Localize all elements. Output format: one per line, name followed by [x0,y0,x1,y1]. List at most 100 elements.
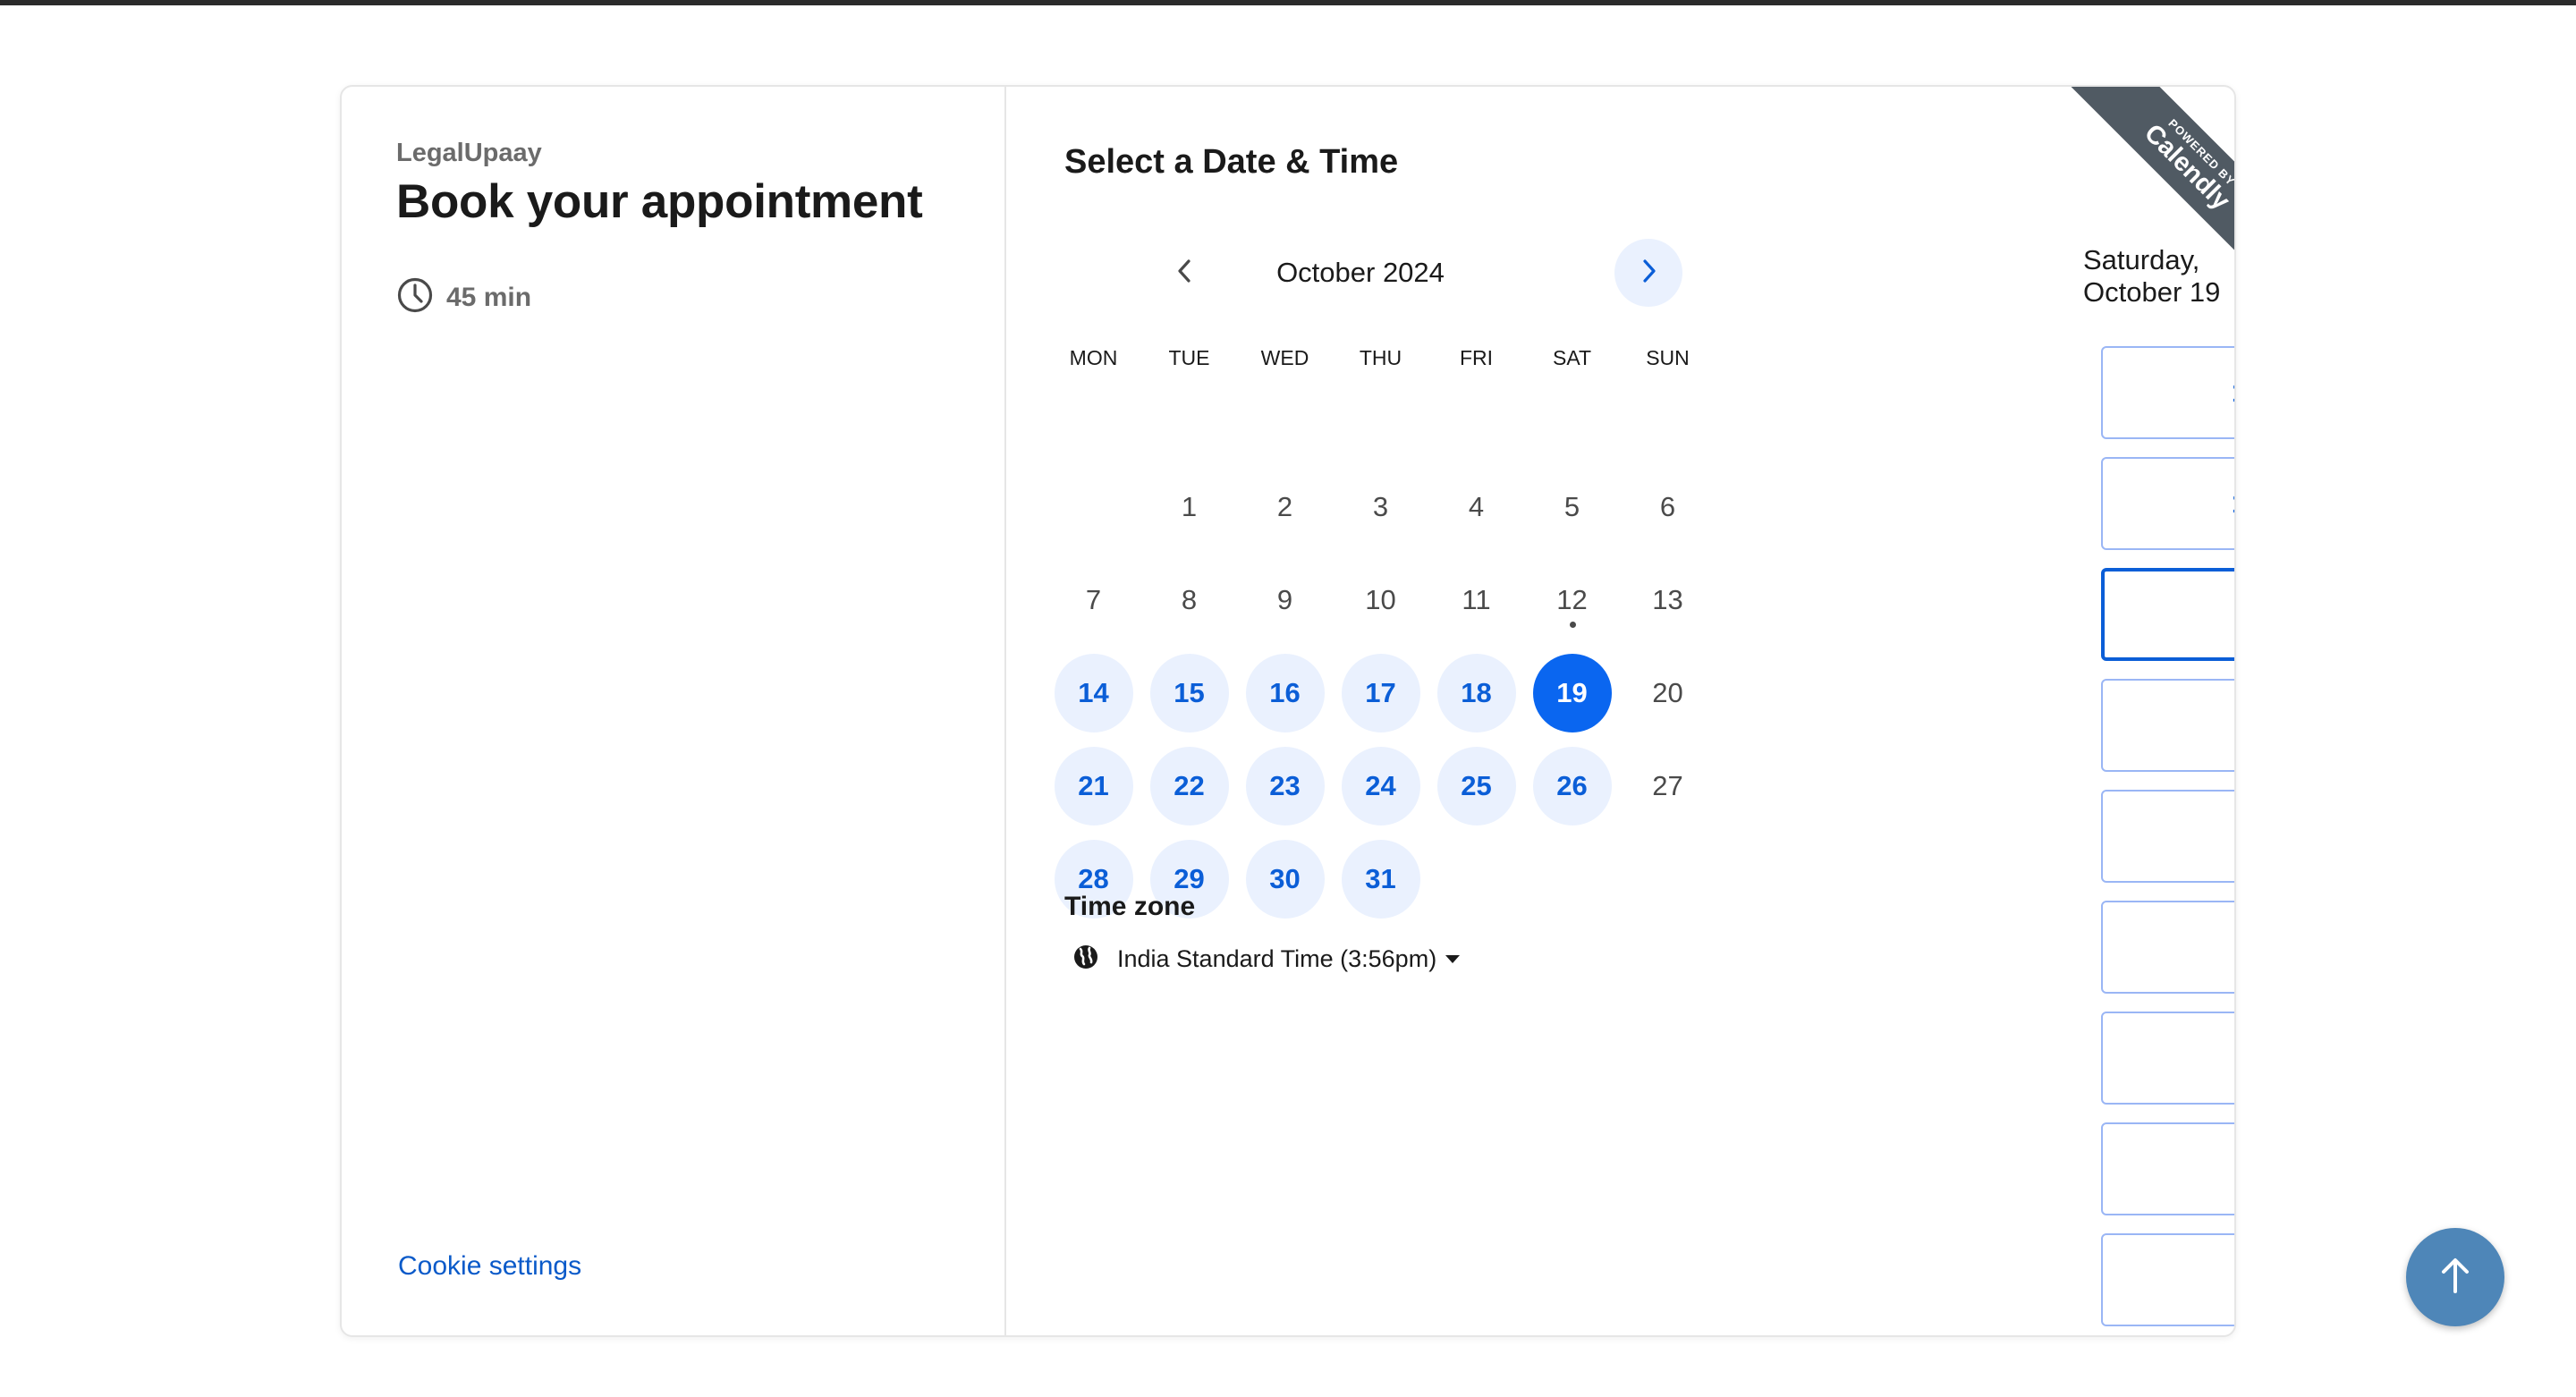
cookie-settings-link[interactable]: Cookie settings [398,1251,581,1282]
day-number: 21 [1054,747,1133,826]
day-number: 7 [1085,584,1102,615]
chevron-left-icon [1175,258,1195,289]
calendar-day[interactable]: 31 [1333,833,1428,926]
day-number: 8 [1181,584,1198,615]
time-slot-list: 12:00am 12:30am 1:00am 1:30am 2:00am 2:30am 3:… [2101,346,2234,1335]
day-number: 17 [1341,654,1420,732]
calendar-day: 4 [1428,461,1524,554]
calendar-empty-cell [1046,461,1141,554]
calendar-day-selected[interactable]: 19 [1524,647,1620,740]
day-number: 11 [1462,584,1491,615]
month-navigation: October 2024 [1151,239,1682,307]
day-number: 2 [1276,491,1293,522]
time-slot-button[interactable]: 12:30am [2101,457,2234,550]
powered-by-badge[interactable]: POWERED BY Calendly [2030,87,2234,291]
day-number: 15 [1149,654,1229,732]
event-title: Book your appointment [396,175,923,228]
calendar-day: 9 [1237,554,1333,647]
calendar-day[interactable]: 21 [1046,740,1141,833]
calendar-day[interactable]: 15 [1141,647,1237,740]
calendar-day[interactable]: 14 [1046,647,1141,740]
calendar-day: 11 [1428,554,1524,647]
scroll-to-top-button[interactable] [2406,1228,2504,1326]
day-number: 13 [1652,584,1683,615]
calendar-day[interactable]: 16 [1237,647,1333,740]
globe-icon [1072,944,1099,975]
month-label: October 2024 [1276,257,1445,288]
time-slot-button[interactable]: 12:00am [2101,346,2234,439]
calendar-day[interactable]: 30 [1237,833,1333,926]
time-slot-button[interactable]: 1:00am [2101,568,2234,661]
calendar-day: 20 [1620,647,1716,740]
timezone-label: Time zone [1064,892,1196,921]
day-number: 23 [1245,747,1325,826]
day-number: 4 [1468,491,1485,522]
day-number: 24 [1341,747,1420,826]
weekday-label: TUE [1168,346,1210,369]
day-number: 1 [1181,491,1198,522]
calendar-day[interactable]: 17 [1333,647,1428,740]
previous-month-button[interactable] [1151,239,1219,307]
clock-icon [396,276,434,318]
weekday-label: THU [1359,346,1402,369]
calendar-grid: 1 2 3 4 5 6 7 8 9 10 11 12 13 14 15 16 17 18 19 20 21 22 23 24 2… [1046,461,1716,926]
calendar-day: 10 [1333,554,1428,647]
calendar-day[interactable]: 23 [1237,740,1333,833]
time-slot-button[interactable]: 4:00am [2101,1233,2234,1326]
day-number: 10 [1365,584,1396,615]
weekday-label: SAT [1552,346,1592,369]
calendar-day: 7 [1046,554,1141,647]
calendar-day: 8 [1141,554,1237,647]
time-slot-button[interactable]: 2:30am [2101,901,2234,994]
day-number: 9 [1276,584,1293,615]
day-number: 18 [1436,654,1516,732]
organizer-name: LegalUpaay [396,139,542,167]
calendar-day[interactable]: 22 [1141,740,1237,833]
today-indicator [1569,622,1576,628]
next-month-button[interactable] [1614,239,1682,307]
calendar-day[interactable]: 26 [1524,740,1620,833]
chevron-right-icon [1639,258,1658,289]
day-number: 30 [1245,840,1325,919]
weekday-label: WED [1260,346,1309,369]
calendar-day[interactable]: 25 [1428,740,1524,833]
timezone-select[interactable]: India Standard Time (3:56pm) [1072,944,1461,975]
day-number: 3 [1372,491,1389,522]
calendar-day: 27 [1620,740,1716,833]
arrow-up-icon [2434,1254,2477,1301]
event-details-pane: LegalUpaay Book your appointment 45 min … [342,87,1006,1335]
day-number: 31 [1341,840,1420,919]
calendar-day: 12 [1524,554,1620,647]
time-slot-button[interactable]: 2:00am [2101,790,2234,883]
calendar-day: 13 [1620,554,1716,647]
calendar-day[interactable]: 18 [1428,647,1524,740]
calendar-day: 3 [1333,461,1428,554]
weekday-header: MON TUE WED THU FRI SAT SUN [1046,346,1716,370]
day-number: 19 [1532,654,1612,732]
day-number: 22 [1149,747,1229,826]
calendar-day: 1 [1141,461,1237,554]
day-number: 26 [1532,747,1612,826]
calendar-day: 6 [1620,461,1716,554]
duration-text: 45 min [446,282,532,312]
time-slot-button[interactable]: 3:00am [2101,1012,2234,1105]
time-slot-button[interactable]: 1:30am [2101,679,2234,772]
day-number: 25 [1436,747,1516,826]
weekday-label: SUN [1646,346,1690,369]
top-bar [0,0,2576,5]
day-number: 6 [1659,491,1676,522]
weekday-label: MON [1069,346,1118,369]
weekday-label: FRI [1459,346,1494,369]
timezone-value: India Standard Time (3:56pm) [1117,945,1437,972]
day-number: 16 [1245,654,1325,732]
calendar-day: 2 [1237,461,1333,554]
calendar-day: 5 [1524,461,1620,554]
day-number: 14 [1054,654,1133,732]
day-number: 27 [1652,770,1683,801]
booking-card: LegalUpaay Book your appointment 45 min … [340,85,2236,1337]
calendar-day[interactable]: 24 [1333,740,1428,833]
day-number: 20 [1652,677,1683,708]
time-slot-button[interactable]: 3:30am [2101,1122,2234,1215]
day-number: 5 [1563,491,1580,522]
event-duration: 45 min [396,276,531,318]
